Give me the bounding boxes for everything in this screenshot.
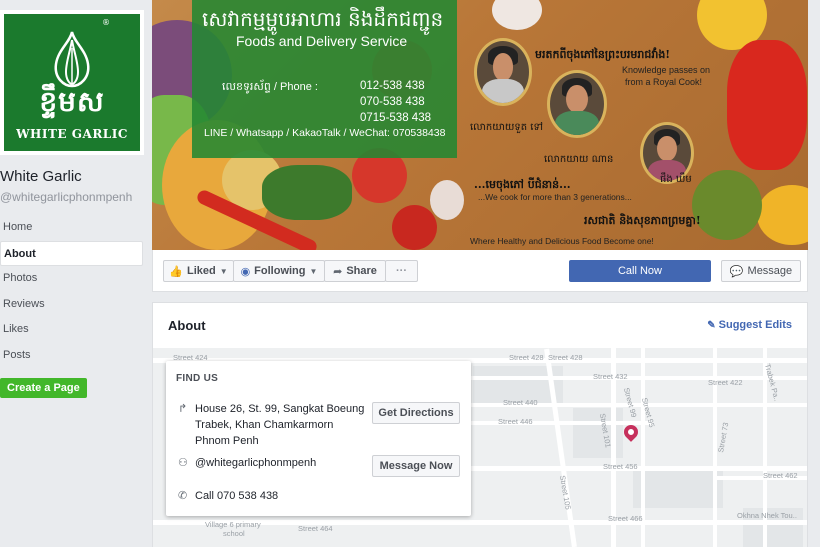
caret-down-icon: ▼: [309, 266, 318, 276]
garlic-decoration: [430, 180, 464, 220]
nav-posts[interactable]: Posts: [0, 343, 143, 369]
logo-khmer-text: ខ្ទឹមស: [39, 85, 105, 118]
herbs-decoration: [692, 170, 762, 240]
map-label: Street 456: [603, 462, 638, 471]
map-label: Street 105: [557, 474, 573, 511]
cover-knowledge-text: Knowledge passes on: [622, 65, 711, 75]
caret-down-icon: ▼: [219, 266, 228, 276]
phone-label: លេខទូរស័ព្ទ / Phone :: [222, 81, 318, 93]
map-label: Street 462: [763, 471, 798, 480]
page-action-bar: 👍 Liked ▼ ◉ Following ▼ ➦ Share ··· Call…: [152, 250, 808, 292]
pepper-decoration: [727, 40, 807, 170]
suggest-edits-link[interactable]: ✎ Suggest Edits: [707, 319, 792, 331]
messenger-icon: ⚇: [178, 456, 188, 469]
map-label: Street 446: [498, 417, 533, 426]
liked-button[interactable]: 👍 Liked ▼: [163, 260, 234, 282]
pepper-decoration: [757, 185, 808, 245]
map-label: Street 428: [548, 353, 583, 362]
nav-likes[interactable]: Likes: [0, 317, 143, 343]
message-now-button[interactable]: Message Now: [372, 455, 460, 477]
suggest-edits-label: Suggest Edits: [718, 319, 792, 331]
portrait-3-caption: ផឹង ឃឹម: [660, 174, 692, 185]
share-button[interactable]: ➦ Share: [324, 260, 386, 282]
phone-icon: ✆: [178, 489, 188, 502]
phone-number-1: 012-538 438: [360, 80, 425, 92]
map-label: Okhna Nhek Tou..: [737, 511, 797, 520]
map-label: Street 466: [608, 514, 643, 523]
profile-picture[interactable]: ® ខ្ទឹមស WHITE GARLIC: [0, 10, 144, 155]
map-road: [453, 421, 653, 425]
phone-number-3: 0715-538 438: [360, 112, 431, 124]
logo-english-text: WHITE GARLIC: [16, 127, 128, 141]
call-phone[interactable]: Call 070 538 438: [195, 488, 278, 504]
address-line-1: House 26, St. 99, Sangkat Boeung: [195, 403, 365, 415]
message-button[interactable]: 💬 Message: [721, 260, 801, 282]
portrait-2: [547, 70, 607, 138]
location-pin-icon[interactable]: [621, 422, 641, 442]
cover-royal-cook-text: from a Royal Cook!: [625, 77, 703, 87]
cover-khmer-slogan: រសជាតិ និងសុខភាពព្រមគ្នា!: [584, 214, 701, 227]
nav-reviews[interactable]: Reviews: [0, 292, 143, 318]
cover-khmer-heading: មរតកពីចុងភៅនៃព្រះបរមរាជវាំង!: [535, 48, 671, 61]
map-label: Village 6 primary: [205, 520, 261, 529]
cover-generations-text: ...We cook for more than 3 generations..…: [478, 192, 632, 202]
address: House 26, St. 99, Sangkat Boeung Trabek,…: [195, 401, 364, 449]
white-garlic-logo: ® ខ្ទឹមស WHITE GARLIC: [4, 14, 140, 151]
share-arrow-icon: ➦: [333, 265, 343, 278]
garlic-icon: [54, 31, 90, 88]
call-now-button[interactable]: Call Now: [569, 260, 711, 282]
phone-number-2: 070-538 438: [360, 96, 425, 108]
cover-photo[interactable]: សេវាកម្មម្ហូបអាហារ និងដឹកជញ្ជូន Foods an…: [152, 0, 808, 250]
find-us-title: FIND US: [176, 373, 219, 384]
share-label: Share: [346, 265, 377, 277]
rss-icon: ◉: [240, 265, 251, 278]
address-line-3: Phnom Penh: [195, 435, 259, 447]
left-nav: Home About Photos Reviews Likes Posts: [0, 215, 143, 368]
map-label: Street 432: [593, 372, 628, 381]
messenger-handle[interactable]: @whitegarlicphonmpenh: [195, 455, 316, 471]
zucchini-decoration: [262, 165, 352, 220]
chat-bubble-icon: 💬: [729, 265, 744, 278]
map-block: [633, 468, 723, 508]
registered-mark: ®: [102, 18, 110, 27]
map-label: Street 464: [298, 524, 333, 533]
nav-about[interactable]: About: [0, 240, 143, 266]
map-label: school: [223, 529, 245, 538]
tomato-decoration: [392, 205, 437, 250]
following-label: Following: [254, 265, 306, 277]
more-icon: ···: [396, 265, 407, 277]
portrait-1-caption: លោកយាយទួត ទៅ: [470, 122, 544, 133]
cover-title: Foods and Delivery Service: [236, 33, 408, 49]
address-line-2: Trabek, Khan Chamkarmorn: [195, 419, 334, 431]
nav-photos[interactable]: Photos: [0, 266, 143, 292]
about-section: About ✎ Suggest Edits Street 424 Street 4…: [152, 302, 808, 547]
about-title: About: [168, 318, 206, 333]
portrait-1: [474, 38, 532, 106]
page-name[interactable]: White Garlic: [0, 168, 82, 185]
directions-arrow-icon: ↱: [178, 402, 188, 415]
find-us-card: FIND US ↱ House 26, St. 99, Sangkat Boeu…: [166, 361, 471, 516]
get-directions-button[interactable]: Get Directions: [372, 402, 460, 424]
create-page-button[interactable]: Create a Page: [0, 378, 87, 398]
portrait-2-caption: លោកយាយ ណាន: [544, 154, 614, 165]
message-label: Message: [747, 265, 793, 277]
more-button[interactable]: ···: [385, 260, 418, 282]
page-handle[interactable]: @whitegarlicphonmpenh: [0, 190, 132, 204]
map-road: [453, 376, 807, 380]
pencil-icon: ✎: [707, 320, 716, 331]
map-label: Street 422: [708, 378, 743, 387]
map-label: Street 428: [509, 353, 544, 362]
cover-slogan-text: Where Healthy and Delicious Food Become …: [470, 236, 654, 246]
following-button[interactable]: ◉ Following ▼: [233, 260, 325, 282]
messenger-apps: LINE / Whatsapp / KakaoTalk / WeChat: 07…: [204, 127, 446, 139]
garlic-decoration: [492, 0, 542, 30]
nav-home[interactable]: Home: [0, 215, 143, 241]
thumbs-up-icon: 👍: [169, 265, 184, 278]
liked-label: Liked: [187, 265, 216, 277]
cover-khmer-title: សេវាកម្មម្ហូបអាហារ និងដឹកជញ្ជូន: [202, 7, 444, 31]
map-label: Street 440: [503, 398, 538, 407]
map-label: Street 73: [716, 421, 731, 454]
